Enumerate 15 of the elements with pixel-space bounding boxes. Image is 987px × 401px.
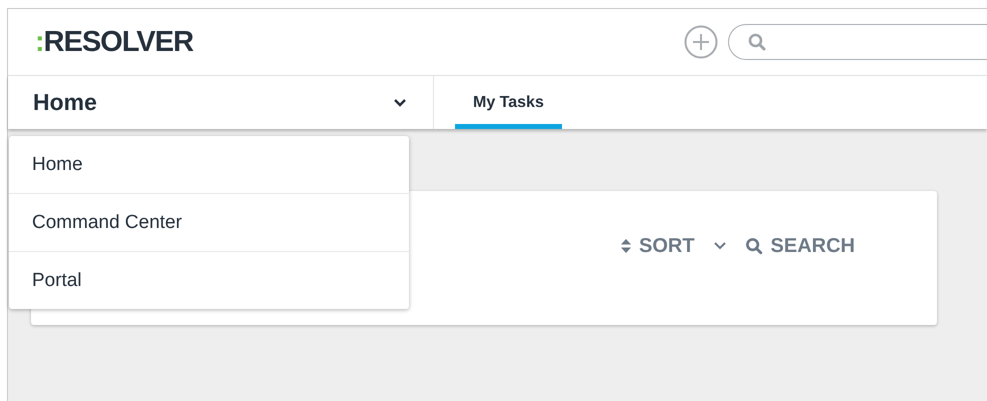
logo: :RESOLVER [35,26,194,58]
sort-icon [620,239,631,253]
search-field[interactable] [728,24,987,60]
menu-item[interactable]: Portal [9,252,409,309]
search-button[interactable]: SEARCH [744,234,855,258]
add-icon[interactable] [684,25,718,59]
search-icon [744,237,763,255]
chevron-icon [393,98,407,108]
search-icon [747,32,767,52]
chevron-icon[interactable] [712,241,727,251]
menu-item[interactable]: Home [9,136,409,193]
menu-item[interactable]: Command Center [9,194,409,251]
sort-button[interactable]: SORT [620,234,695,258]
tab[interactable]: My Tasks [455,76,562,129]
app-dropdown[interactable]: Home [8,76,434,129]
